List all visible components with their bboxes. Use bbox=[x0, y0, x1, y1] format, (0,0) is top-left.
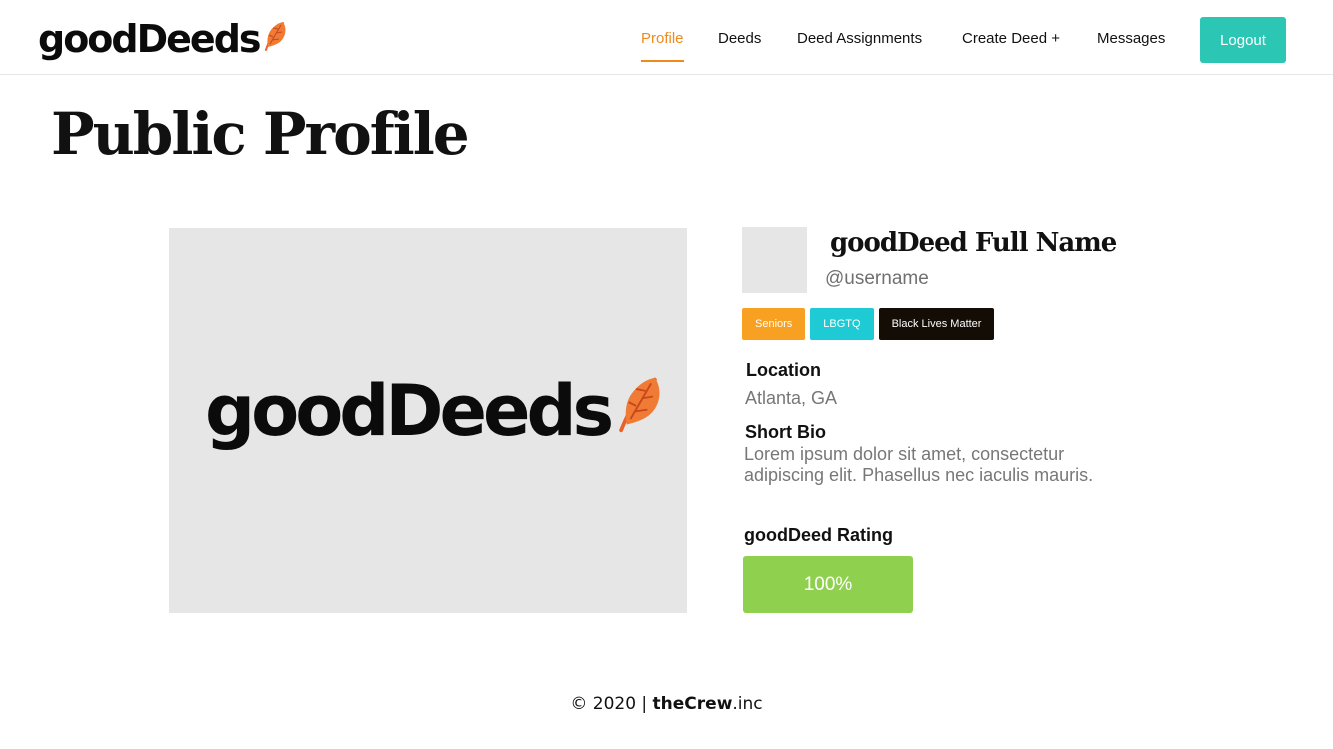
top-navbar: goodDeeds Profile Deeds Deed Assignments… bbox=[0, 0, 1333, 75]
page-title: Public Profile bbox=[51, 100, 470, 168]
location-value: Atlanta, GA bbox=[745, 388, 838, 408]
profile-username: @username bbox=[825, 268, 929, 289]
nav-create-deed[interactable]: Create Deed + bbox=[962, 30, 1060, 60]
nav-deeds[interactable]: Deeds bbox=[718, 30, 761, 60]
page-root: goodDeeds Profile Deeds Deed Assignments… bbox=[0, 0, 1333, 749]
main-nav: Profile Deeds Deed Assignments Create De… bbox=[0, 30, 1333, 64]
location-label: Location bbox=[746, 360, 821, 380]
nav-deed-assignments[interactable]: Deed Assignments bbox=[797, 30, 922, 60]
logout-button[interactable]: Logout bbox=[1200, 17, 1286, 63]
cover-logo-text: goodDeeds bbox=[205, 370, 614, 452]
rating-bar: 100% bbox=[743, 556, 913, 613]
footer: © 2020 | theCrew.inc bbox=[0, 694, 1333, 714]
cover-image: goodDeeds bbox=[169, 228, 687, 613]
footer-company-name: theCrew bbox=[652, 694, 733, 714]
bio-label: Short Bio bbox=[745, 422, 826, 442]
nav-profile[interactable]: Profile bbox=[641, 30, 684, 62]
tag-seniors[interactable]: Seniors bbox=[742, 308, 806, 340]
interest-tags: Seniors LBGTQ Black Lives Matter bbox=[742, 308, 995, 340]
tag-lbgtq[interactable]: LBGTQ bbox=[810, 308, 874, 340]
rating-label: goodDeed Rating bbox=[744, 525, 893, 545]
tag-black-lives-matter[interactable]: Black Lives Matter bbox=[878, 308, 995, 340]
profile-full-name: goodDeed Full Name bbox=[830, 228, 1117, 258]
cover-logo: goodDeeds bbox=[205, 376, 664, 446]
bio-value: Lorem ipsum dolor sit amet, consectetur … bbox=[744, 444, 1094, 485]
footer-copyright: © 2020 | bbox=[570, 694, 653, 714]
leaf-icon bbox=[619, 377, 660, 433]
footer-company-suffix: .inc bbox=[732, 694, 763, 714]
avatar bbox=[742, 227, 807, 293]
nav-messages[interactable]: Messages bbox=[1097, 30, 1165, 60]
